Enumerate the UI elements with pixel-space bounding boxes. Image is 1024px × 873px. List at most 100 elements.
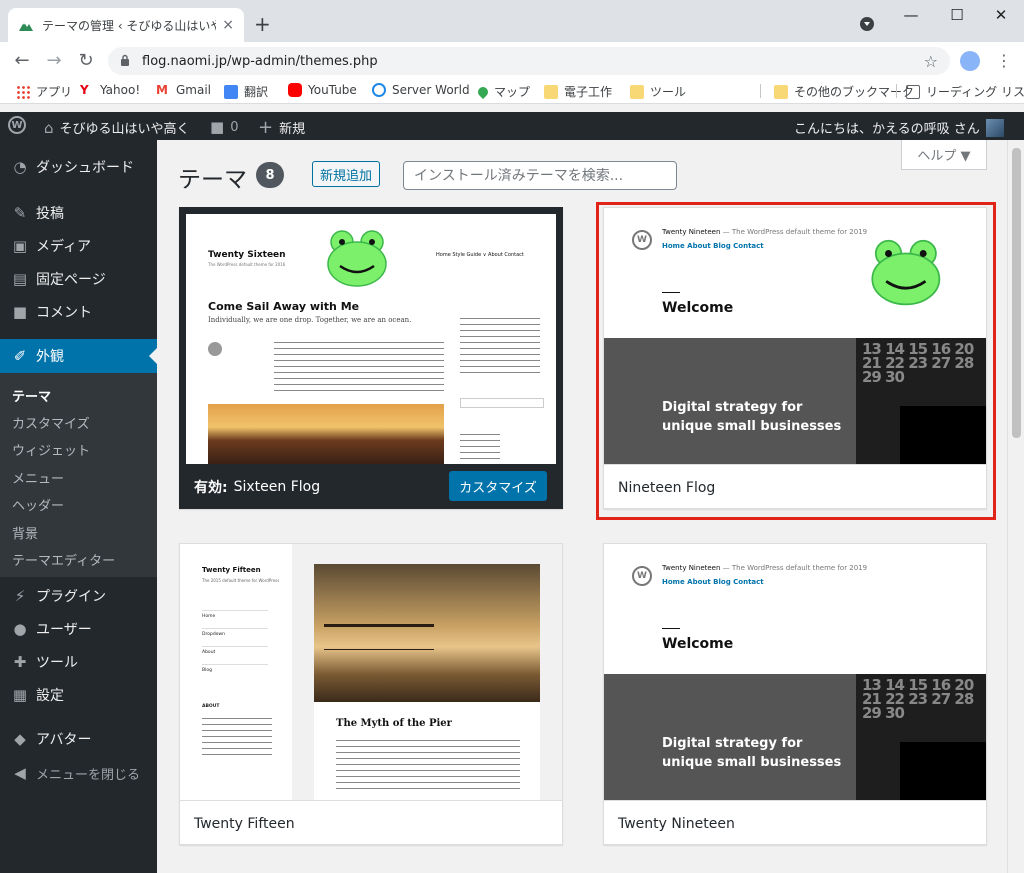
site-name-link[interactable]: ⌂ そびゆる山はいや高く [44, 118, 190, 138]
preview-tagline: — The WordPress default theme for 2019 [722, 564, 868, 572]
wrench-icon: ✚ [13, 653, 27, 671]
bookmark-label: 電子工作 [564, 85, 613, 99]
preview-welcome: Welcome [662, 636, 734, 652]
add-new-theme-button[interactable]: 新規追加 [312, 161, 380, 187]
menu-label: プラグイン [36, 589, 106, 605]
bookmark-youtube[interactable]: YouTube [288, 83, 357, 97]
theme-screenshot[interactable]: Twenty Sixteen The WordPress default the… [186, 214, 556, 464]
tab-close-icon[interactable]: × [222, 17, 234, 33]
user-avatar [985, 118, 1004, 137]
bookmark-folder-electronics[interactable]: 電子工作 [544, 83, 612, 100]
submenu-theme-editor[interactable]: テーマエディター [12, 550, 115, 569]
preview-lead: Individually, we are one drop. Together,… [208, 316, 412, 324]
wp-logo-icon[interactable]: W [8, 116, 26, 134]
folder-icon [544, 84, 558, 99]
menu-pages[interactable]: ▤ 固定ページ [0, 262, 157, 296]
submenu-menus[interactable]: メニュー [12, 468, 64, 487]
theme-footer: Twenty Nineteen [604, 800, 986, 844]
profile-avatar[interactable] [960, 51, 980, 71]
bookmark-folder-tools[interactable]: ツール [630, 83, 686, 100]
menu-posts[interactable]: ✎ 投稿 [0, 196, 157, 230]
active-label: 有効: [194, 480, 228, 496]
minimize-button[interactable]: — [888, 6, 934, 24]
preview-post-title: Come Sail Away with Me [208, 300, 360, 313]
menu-label: ツール [36, 655, 78, 671]
menu-avatar[interactable]: ◆ アバター [0, 722, 157, 756]
scrollbar-thumb[interactable] [1012, 148, 1021, 438]
media-icon: ▣ [12, 237, 28, 255]
help-tab-button[interactable]: ヘルプ ▼ [901, 140, 987, 170]
menu-label: メディア [36, 239, 92, 255]
menu-settings[interactable]: ▦ 設定 [0, 678, 157, 712]
tab-search-icon[interactable] [860, 17, 874, 31]
preview-widget-text [202, 718, 272, 758]
bookmark-apps[interactable]: アプリ [16, 83, 72, 100]
bookmark-yahoo[interactable]: Y Yahoo! [80, 83, 140, 97]
comments-count: 0 [230, 119, 239, 135]
theme-screenshot[interactable]: W Twenty Nineteen — The WordPress defaul… [604, 544, 986, 800]
new-tab-button[interactable]: + [254, 12, 271, 36]
submenu-widgets[interactable]: ウィジェット [12, 440, 90, 459]
submenu-themes[interactable]: テーマ [12, 386, 51, 405]
collapse-menu[interactable]: ◀ メニューを閉じる [0, 756, 157, 790]
comments-link[interactable]: ■ 0 [210, 118, 238, 136]
preview-post-text [336, 740, 520, 792]
submenu-customize[interactable]: カスタマイズ [12, 413, 90, 432]
menu-label: ダッシュボード [36, 160, 134, 176]
submenu-background[interactable]: 背景 [12, 523, 38, 542]
bookmark-label: アプリ [36, 85, 73, 99]
menu-label: ユーザー [36, 622, 92, 638]
bookmark-gmail[interactable]: M Gmail [156, 83, 211, 97]
bookmark-maps[interactable]: マップ [475, 83, 531, 100]
menu-tools[interactable]: ✚ ツール [0, 645, 157, 679]
theme-footer: Twenty Fifteen [180, 800, 562, 844]
preview-rule [202, 610, 268, 611]
browser-tab[interactable]: テーマの管理 ‹ そびゆる山はいや高く × [8, 8, 244, 42]
theme-screenshot[interactable]: Twenty Fifteen The 2015 default theme fo… [180, 544, 562, 800]
youtube-icon [288, 83, 302, 97]
customize-button[interactable]: カスタマイズ [449, 471, 547, 501]
close-window-button[interactable]: ✕ [978, 6, 1024, 24]
bookmark-label: Gmail [176, 83, 212, 97]
bookmark-translate[interactable]: 翻訳 [224, 83, 268, 100]
browser-toolbar: ← → ↻ flog.naomi.jp/wp-admin/themes.php … [0, 42, 1024, 78]
address-bar[interactable]: flog.naomi.jp/wp-admin/themes.php ☆ [108, 47, 950, 75]
theme-card-sixteen-flog[interactable]: Twenty Sixteen The WordPress default the… [179, 207, 563, 509]
site-name: そびゆる山はいや高く [59, 122, 190, 137]
theme-search-input[interactable] [403, 161, 677, 190]
preview-site-title: Twenty Fifteen [202, 566, 261, 574]
theme-card-twenty-nineteen[interactable]: W Twenty Nineteen — The WordPress defaul… [603, 543, 987, 845]
bookmarks-separator [760, 84, 761, 98]
menu-appearance[interactable]: ✐ 外観 [0, 339, 157, 373]
bookmark-serverworld[interactable]: Server World [372, 83, 470, 97]
new-content-link[interactable]: + 新規 [258, 118, 305, 137]
folder-icon [630, 84, 644, 99]
menu-dashboard[interactable]: ◔ ダッシュボード [0, 150, 157, 184]
maximize-button[interactable]: ☐ [934, 6, 980, 24]
bookmark-folder-other[interactable]: その他のブックマーク [774, 83, 914, 100]
plus-icon: + [258, 116, 274, 138]
bookmark-star-icon[interactable]: ☆ [924, 52, 938, 71]
menu-comments[interactable]: ■ コメント [0, 295, 157, 329]
browser-menu-icon[interactable]: ⋮ [996, 51, 1012, 70]
preview-rule [202, 628, 268, 629]
preview-header: Twenty Nineteen — The WordPress default … [662, 564, 867, 572]
menu-plugins[interactable]: ⚡ プラグイン [0, 579, 157, 613]
reading-list[interactable]: リーディング リスト [906, 83, 1024, 100]
menu-users[interactable]: ● ユーザー [0, 612, 157, 646]
url-text: flog.naomi.jp/wp-admin/themes.php [142, 53, 378, 69]
menu-media[interactable]: ▣ メディア [0, 229, 157, 263]
account-menu[interactable]: こんにちは、かえるの呼吸 さん [794, 118, 1004, 137]
submenu-header[interactable]: ヘッダー [12, 495, 64, 514]
page-icon: ▤ [12, 270, 28, 288]
theme-card-twenty-fifteen[interactable]: Twenty Fifteen The 2015 default theme fo… [179, 543, 563, 845]
bookmark-label: マップ [494, 85, 531, 99]
comment-icon: ■ [12, 303, 28, 321]
gmail-icon: M [156, 83, 168, 97]
back-icon[interactable]: ← [6, 50, 38, 71]
page-scrollbar[interactable] [1007, 140, 1024, 873]
avatar-icon: ◆ [14, 730, 26, 748]
forward-icon[interactable]: → [38, 50, 70, 71]
reload-icon[interactable]: ↻ [70, 50, 102, 71]
plugin-icon: ⚡ [14, 587, 26, 605]
